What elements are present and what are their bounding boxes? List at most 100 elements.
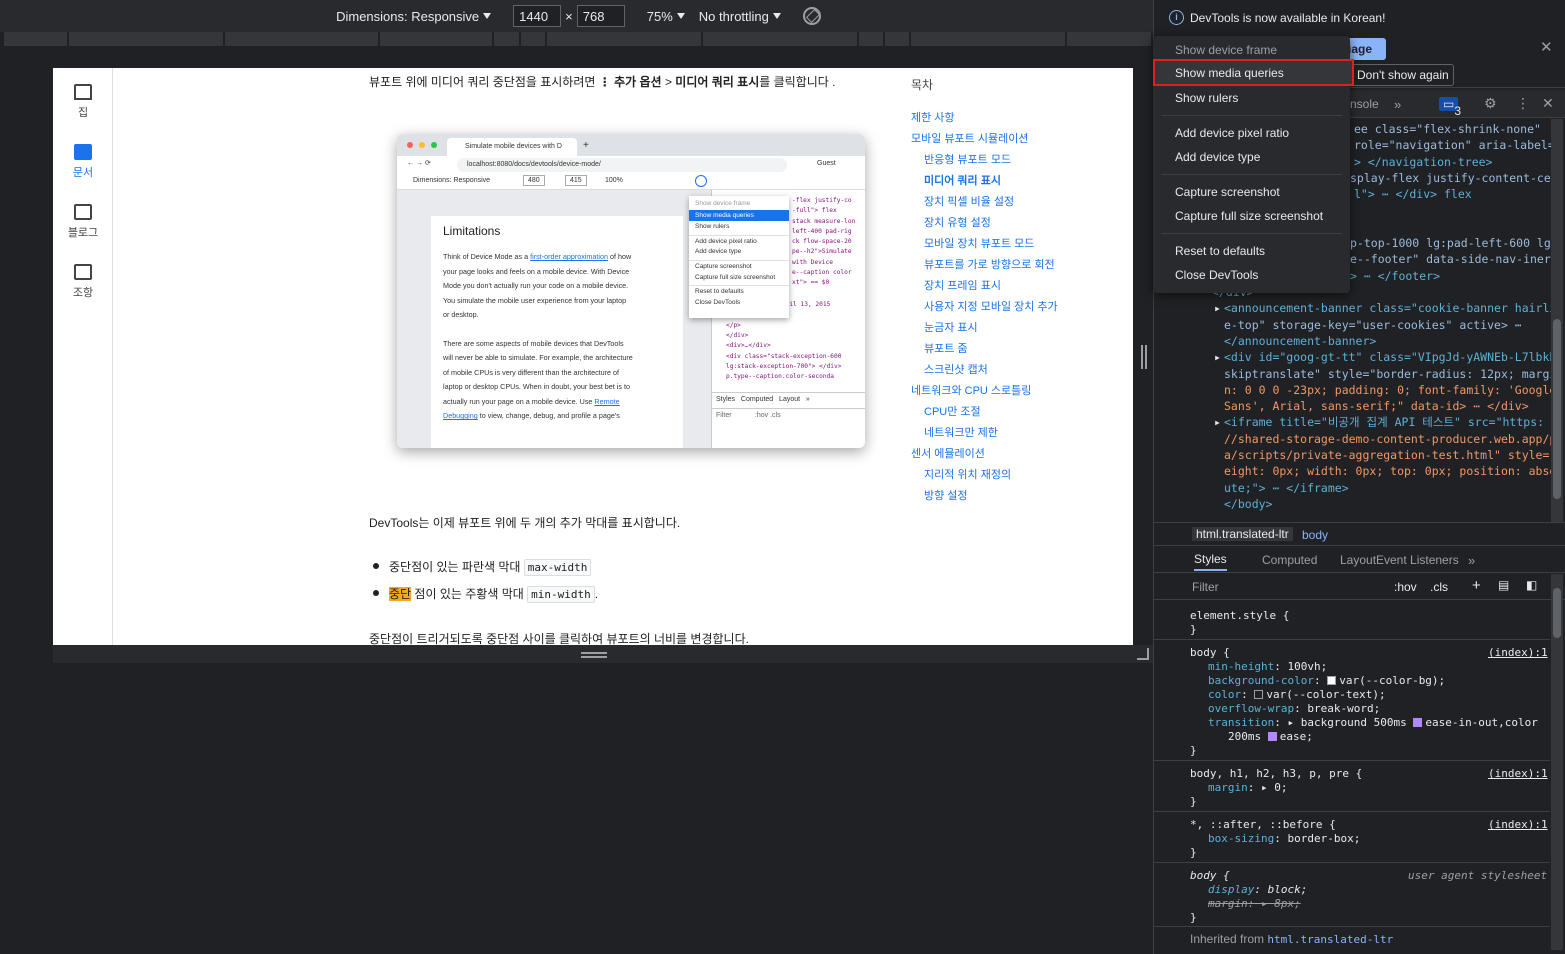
dom-line[interactable]: //shared-storage-demo-content-producer.w…	[1224, 431, 1563, 448]
toc-item[interactable]: 장치 프레임 표시	[924, 277, 1001, 293]
toc-item[interactable]: 미디어 쿼리 표시	[924, 172, 1001, 188]
media-query-bar[interactable]	[4, 32, 1154, 46]
toc-item[interactable]: 스크린샷 캡처	[924, 361, 988, 377]
issues-badge[interactable]: ▭ 3	[1439, 97, 1461, 118]
inherited-element-link[interactable]: html.translated-ltr	[1267, 933, 1393, 946]
dom-line[interactable]: splay-flex justify-content-ce	[1350, 170, 1551, 187]
expand-arrow-icon[interactable]: ▸	[1214, 300, 1221, 317]
toc-item[interactable]: 네트워크만 제한	[924, 424, 998, 440]
source-link[interactable]: (index):1	[1488, 818, 1548, 832]
height-input[interactable]	[576, 5, 625, 27]
menu-item-show-media-queries[interactable]: Show media queries	[1153, 59, 1354, 86]
source-link[interactable]: (index):1	[1488, 646, 1548, 660]
dom-line[interactable]: </announcement-banner>	[1224, 333, 1376, 350]
emulated-viewport: 집 문서 블로그 조항 뷰포트 위에 미디어 쿼리 중단점을 표시하려면 ⋮ 추…	[53, 68, 1133, 645]
expand-arrow-icon[interactable]: ▸	[1214, 349, 1221, 366]
sidebar-toggle-icon[interactable]: ◧	[1526, 578, 1537, 592]
expand-arrow-icon[interactable]: ▸	[1214, 414, 1221, 431]
breadcrumb: html.translated-ltr body	[1154, 522, 1565, 546]
breadcrumb-html[interactable]: html.translated-ltr	[1192, 527, 1293, 541]
toc-item[interactable]: 지리적 위치 재정의	[924, 466, 1011, 482]
add-rule-icon[interactable]: +	[1472, 577, 1481, 594]
dom-line[interactable]: ute;"> ⋯ </iframe>	[1224, 480, 1349, 497]
hov-toggle[interactable]: :hov	[1394, 580, 1417, 594]
styles-filter-input[interactable]: Filter	[1192, 580, 1219, 594]
toc-item[interactable]: 네트워크와 CPU 스로틀링	[911, 382, 1031, 398]
menu-item-capture-screenshot[interactable]: Capture screenshot	[1175, 185, 1280, 199]
tab-layout[interactable]: Layout	[1340, 553, 1376, 567]
toc-item[interactable]: 뷰포트를 가로 방향으로 회전	[924, 256, 1055, 272]
viewport-right-handle[interactable]	[1133, 68, 1153, 645]
dom-line[interactable]: l"> ⋯ </div> flex	[1354, 186, 1472, 203]
tab-styles[interactable]: Styles	[1194, 552, 1227, 571]
list-item: 중단점이 있는 파란색 막대 max-width	[372, 558, 592, 576]
toc-item[interactable]: 장치 유형 설정	[924, 214, 991, 230]
tab-event-listeners[interactable]: Event Listeners	[1376, 553, 1459, 567]
left-nav: 집 문서 블로그 조항	[53, 68, 113, 645]
source-link[interactable]: (index):1	[1488, 767, 1548, 781]
resize-corner-icon[interactable]	[1137, 648, 1149, 660]
dom-line[interactable]: e--footer" data-side-nav-inert	[1350, 251, 1558, 268]
close-icon[interactable]: ✕	[1540, 38, 1553, 56]
menu-item-show-rulers[interactable]: Show rulers	[1175, 91, 1238, 105]
toc-item[interactable]: 방향 설정	[924, 487, 968, 503]
menu-item-reset-to-defaults[interactable]: Reset to defaults	[1175, 244, 1265, 258]
toc-item[interactable]: 센서 에뮬레이션	[911, 445, 985, 461]
embedded-height: 415	[565, 175, 587, 186]
dom-line[interactable]: skiptranslate" style="border-radius: 12p…	[1224, 366, 1556, 383]
dom-line[interactable]: p-top-1000 lg:pad-left-600 lg:	[1350, 235, 1558, 252]
throttling-dropdown[interactable]: No throttling	[699, 9, 781, 24]
nav-item-articles[interactable]: 조항	[53, 264, 113, 300]
dom-line[interactable]: ee class="flex-shrink-none"	[1354, 121, 1541, 138]
toc-item[interactable]: 뷰포트 줌	[924, 340, 968, 356]
device-mode-menu: Show device frame Show media queries Sho…	[1153, 36, 1354, 293]
dom-line[interactable]: > ⋯ </footer>	[1350, 268, 1440, 285]
dom-line[interactable]: a/scripts/private-aggregation-test.html"…	[1224, 447, 1563, 464]
toc-item[interactable]: 모바일 장치 뷰포트 모드	[924, 235, 1034, 251]
width-input[interactable]	[513, 5, 562, 27]
more-subtabs-icon[interactable]: »	[1468, 553, 1475, 568]
dom-line[interactable]: > </navigation-tree>	[1354, 154, 1492, 171]
menu-item-add-device-pixel-ratio[interactable]: Add device pixel ratio	[1175, 126, 1289, 140]
toc-item[interactable]: 장치 픽셀 비율 설정	[924, 193, 1014, 209]
dom-line[interactable]: n: 0 0 0 -23px; padding: 0; font-family:…	[1224, 382, 1556, 399]
dom-line[interactable]: role="navigation" aria-label=	[1354, 137, 1555, 154]
menu-item-add-device-type[interactable]: Add device type	[1175, 150, 1260, 164]
more-tabs-icon[interactable]: »	[1394, 97, 1401, 112]
dom-line[interactable]: eight: 0px; width: 0px; top: 0px; positi…	[1224, 463, 1563, 480]
viewport-bottom-handle[interactable]	[53, 645, 1153, 663]
nav-item-docs[interactable]: 문서	[53, 144, 113, 180]
dimensions-dropdown[interactable]: Dimensions: Responsive	[336, 9, 492, 24]
tab-console[interactable]: nsole	[1350, 97, 1379, 111]
dom-line[interactable]: <iframe title="비공개 집계 API 테스트" src="http…	[1224, 414, 1544, 431]
close-devtools-icon[interactable]: ✕	[1542, 95, 1554, 112]
nav-item-blog[interactable]: 블로그	[53, 204, 113, 240]
toc-item[interactable]: CPU만 조절	[924, 403, 981, 419]
dom-line[interactable]: <announcement-banner class="cookie-banne…	[1224, 300, 1563, 317]
menu-item-close-devtools[interactable]: Close DevTools	[1175, 268, 1258, 282]
cls-toggle[interactable]: .cls	[1430, 580, 1448, 594]
dont-show-again-button[interactable]: Don't show again	[1350, 64, 1454, 86]
toc-item[interactable]: 사용자 지정 모바일 장치 추가	[924, 298, 1058, 314]
styles-scrollbar[interactable]	[1551, 574, 1563, 950]
toc-item[interactable]: 제한 사항	[911, 109, 955, 125]
rotate-icon[interactable]	[802, 7, 821, 25]
dom-line[interactable]: Sans', Arial, sans-serif;" data-id> ⋯ </…	[1224, 398, 1529, 415]
menu-item-capture-full-size-screenshot[interactable]: Capture full size screenshot	[1175, 209, 1323, 223]
toc-item[interactable]: 반응형 뷰포트 모드	[924, 151, 1011, 167]
dom-line[interactable]: e-top" storage-key="user-cookies" active…	[1224, 317, 1522, 334]
zoom-dropdown[interactable]: 75%	[647, 9, 685, 24]
breadcrumb-body[interactable]: body	[1302, 528, 1328, 542]
tab-computed[interactable]: Computed	[1262, 553, 1317, 567]
toc-item[interactable]: 눈금자 표시	[924, 319, 978, 335]
kebab-icon[interactable]: ⋮	[1516, 95, 1530, 112]
menu-item-show-device-frame[interactable]: Show device frame	[1175, 43, 1277, 57]
elements-scrollbar[interactable]	[1551, 119, 1563, 522]
nav-item-home[interactable]: 집	[53, 84, 113, 120]
dom-line[interactable]: </body>	[1224, 496, 1272, 513]
paint-icon[interactable]: ▤	[1498, 578, 1509, 592]
dom-line[interactable]: <div id="goog-gt-tt" class="VIpgJd-yAWNE…	[1224, 349, 1556, 366]
info-icon: i	[1169, 10, 1184, 25]
gear-icon[interactable]: ⚙	[1484, 95, 1497, 112]
toc-item[interactable]: 모바일 뷰포트 시뮬레이션	[911, 130, 1028, 146]
